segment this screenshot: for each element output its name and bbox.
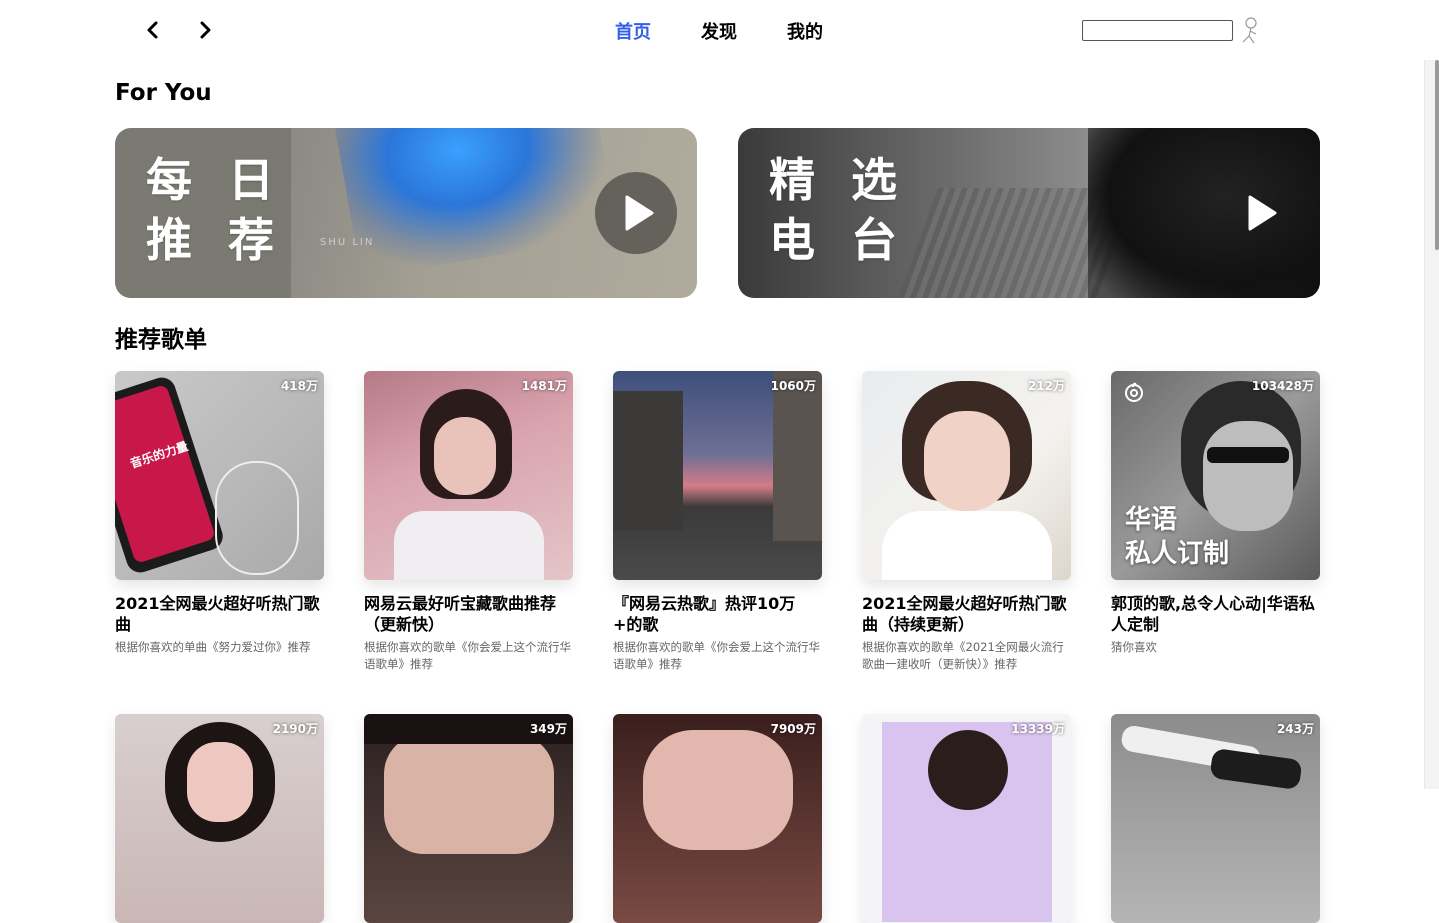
playlist-cover[interactable]: 243万 bbox=[1111, 714, 1320, 923]
daily-cover-art bbox=[332, 128, 618, 280]
recommended-playlists-title: 推荐歌单 bbox=[115, 327, 207, 353]
top-navigation-bar: 首页 发现 我的 bbox=[0, 0, 1439, 60]
play-count: 212万 bbox=[1027, 379, 1065, 393]
play-count: 7909万 bbox=[770, 722, 816, 736]
playlist-description: 根据你喜欢的歌单《你会爱上这个流行华语歌单》推荐 bbox=[364, 640, 571, 671]
playlist-card[interactable]: 1060万 『网易云热歌』热评10万+的歌 根据你喜欢的歌单《你会爱上这个流行华… bbox=[613, 371, 822, 673]
featured-radio-card[interactable]: 精 选 电 台 bbox=[738, 128, 1320, 298]
play-count: 2190万 bbox=[272, 722, 318, 736]
playlist-cover[interactable]: 华语 私人订制 103428万 bbox=[1111, 371, 1320, 580]
play-icon bbox=[625, 195, 654, 231]
radio-play-button[interactable] bbox=[1218, 172, 1300, 254]
playlist-card[interactable]: 7909万 bbox=[613, 714, 822, 923]
chevron-left-icon bbox=[147, 21, 158, 39]
playlist-card[interactable]: 13339万 bbox=[862, 714, 1071, 923]
daily-recommend-title: 每 日 推 荐 bbox=[146, 153, 285, 267]
daily-artist-caption: SHU LIN bbox=[320, 237, 375, 248]
playlist-name[interactable]: 郭顶的歌,总令人心动|华语私人定制 bbox=[1111, 593, 1320, 635]
forward-button[interactable] bbox=[191, 14, 221, 46]
playlist-card[interactable]: 2190万 bbox=[115, 714, 324, 923]
playlist-description: 根据你喜欢的歌单《2021全网最火流行歌曲一建收听（更新快）》推荐 bbox=[862, 640, 1064, 671]
playlist-name[interactable]: 网易云最好听宝藏歌曲推荐（更新快） bbox=[364, 593, 573, 635]
playlist-cover[interactable]: 1060万 bbox=[613, 371, 822, 580]
daily-recommend-card[interactable]: 每 日 推 荐 SHU LIN bbox=[115, 128, 697, 298]
nav-discover-link[interactable]: 发现 bbox=[701, 18, 737, 44]
playlist-cover[interactable]: 1481万 bbox=[364, 371, 573, 580]
playlist-name[interactable]: 『网易云热歌』热评10万+的歌 bbox=[613, 593, 822, 635]
playlist-cover[interactable]: 212万 bbox=[862, 371, 1071, 580]
user-avatar-icon[interactable] bbox=[1239, 16, 1261, 44]
featured-radio-title: 精 选 电 台 bbox=[769, 153, 908, 267]
playlist-description: 猜你喜欢 bbox=[1111, 640, 1157, 654]
playlist-cover[interactable]: 7909万 bbox=[613, 714, 822, 923]
play-count: 103428万 bbox=[1251, 379, 1314, 393]
scrollbar-thumb[interactable] bbox=[1435, 60, 1439, 250]
for-you-title: For You bbox=[115, 80, 212, 106]
netease-logo-icon bbox=[1125, 382, 1143, 402]
playlist-card[interactable]: 243万 bbox=[1111, 714, 1320, 923]
play-count: 1060万 bbox=[770, 379, 816, 393]
playlist-cover[interactable]: 349万 bbox=[364, 714, 573, 923]
play-count: 1481万 bbox=[521, 379, 567, 393]
play-icon bbox=[1248, 195, 1277, 231]
playlist-card[interactable]: 华语 私人订制 103428万 郭顶的歌,总令人心动|华语私人定制 猜你喜欢 bbox=[1111, 371, 1320, 656]
playlist-description: 根据你喜欢的歌单《你会爱上这个流行华语歌单》推荐 bbox=[613, 640, 820, 671]
playlist-card[interactable]: 音乐的力量 418万 2021全网最火超好听热门歌曲 根据你喜欢的单曲《努力爱过… bbox=[115, 371, 324, 656]
playlist-cover[interactable]: 13339万 bbox=[862, 714, 1071, 923]
back-button[interactable] bbox=[137, 14, 167, 46]
play-count: 418万 bbox=[280, 379, 318, 393]
play-count: 243万 bbox=[1276, 722, 1314, 736]
playlist-card[interactable]: 349万 bbox=[364, 714, 573, 923]
search-input[interactable] bbox=[1082, 20, 1233, 41]
playlist-name[interactable]: 2021全网最火超好听热门歌曲（持续更新） bbox=[862, 593, 1071, 635]
playlist-card[interactable]: 212万 2021全网最火超好听热门歌曲（持续更新） 根据你喜欢的歌单《2021… bbox=[862, 371, 1071, 673]
nav-home-link[interactable]: 首页 bbox=[615, 18, 651, 44]
playlist-cover[interactable]: 音乐的力量 418万 bbox=[115, 371, 324, 580]
playlist-card[interactable]: 1481万 网易云最好听宝藏歌曲推荐（更新快） 根据你喜欢的歌单《你会爱上这个流… bbox=[364, 371, 573, 673]
play-count: 13339万 bbox=[1011, 722, 1065, 736]
play-count: 349万 bbox=[529, 722, 567, 736]
playlist-cover[interactable]: 2190万 bbox=[115, 714, 324, 923]
chevron-right-icon bbox=[200, 21, 211, 39]
playlist-name[interactable]: 2021全网最火超好听热门歌曲 bbox=[115, 593, 324, 635]
playlist-description: 根据你喜欢的单曲《努力爱过你》推荐 bbox=[115, 640, 311, 654]
nav-mine-link[interactable]: 我的 bbox=[787, 18, 823, 44]
daily-play-button[interactable] bbox=[595, 172, 677, 254]
